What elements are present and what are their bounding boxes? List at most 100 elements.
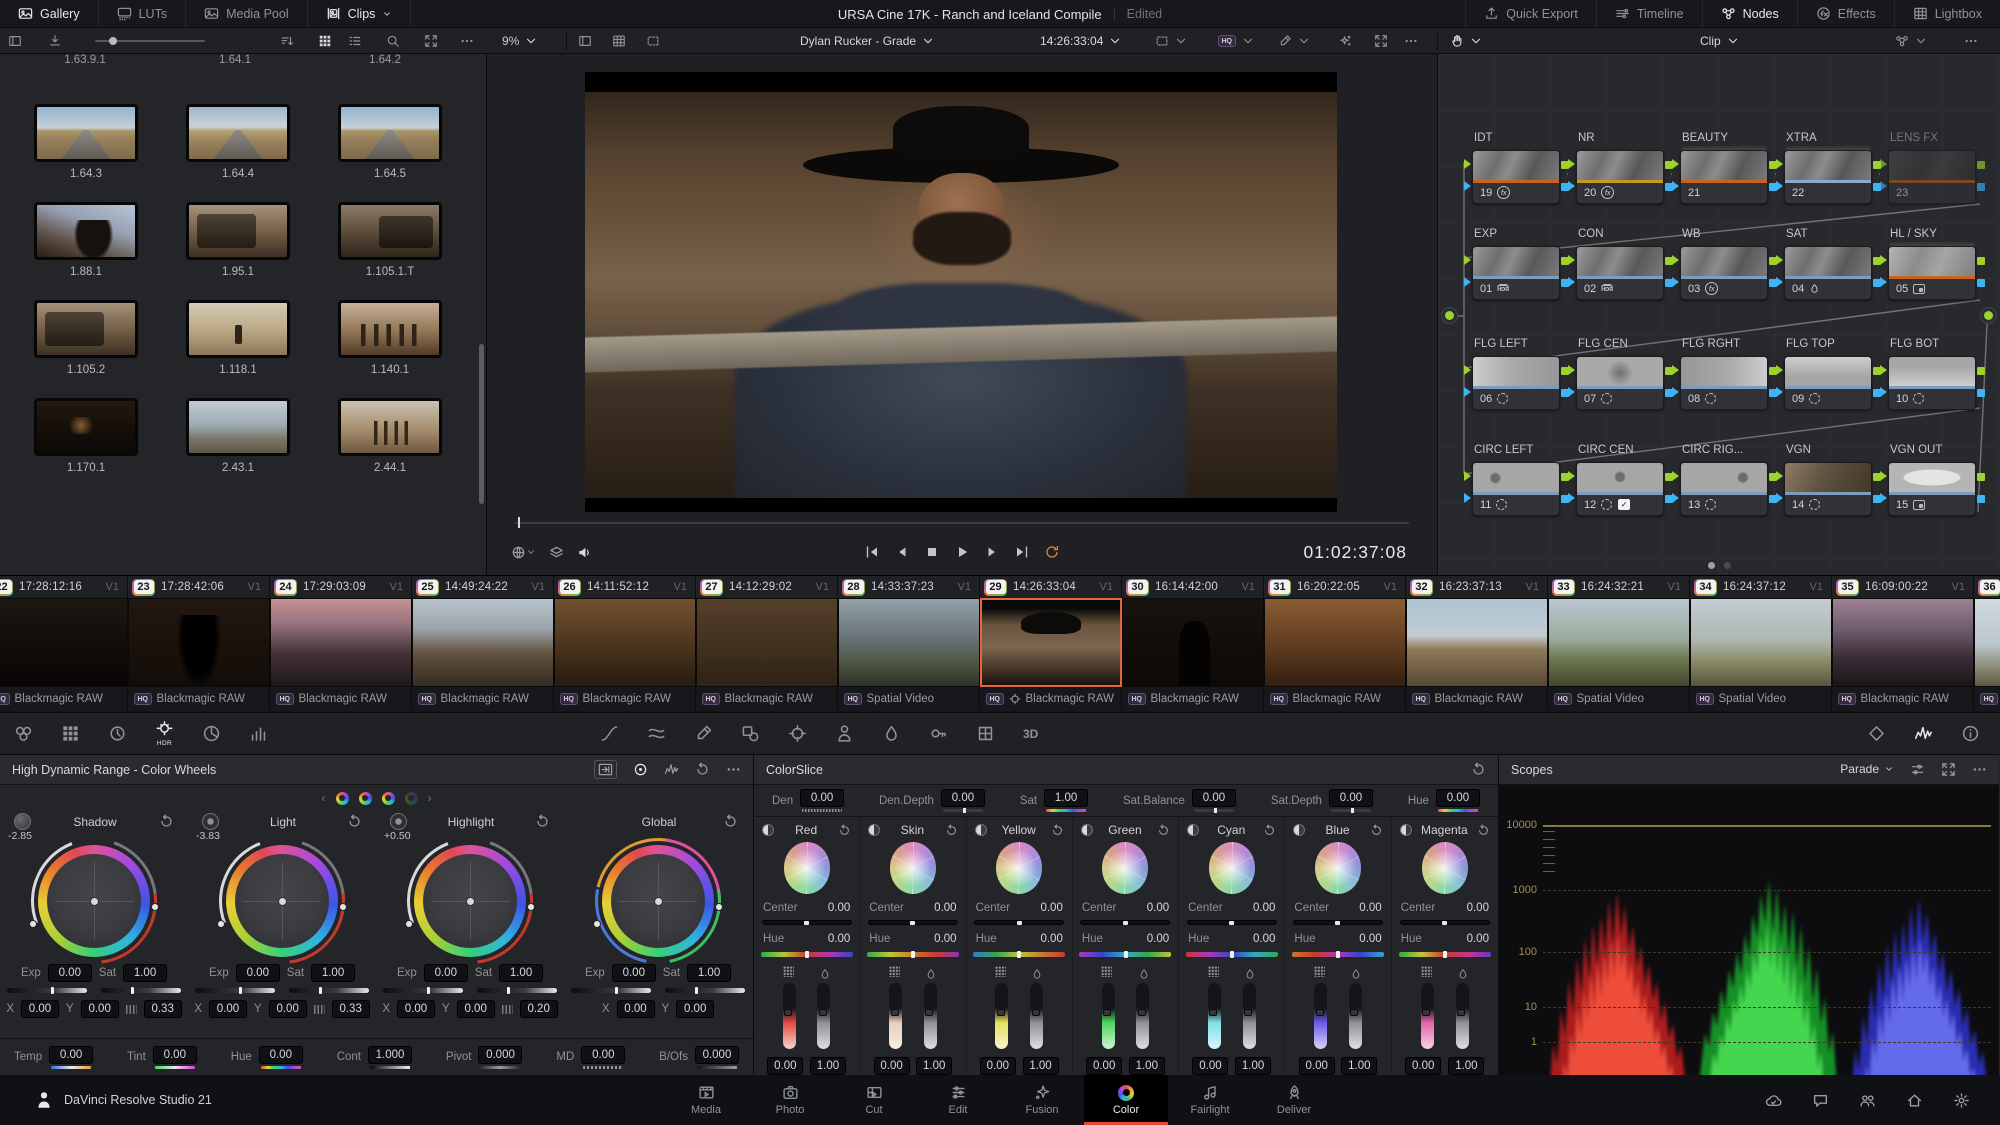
clip-thumbnail[interactable]: [696, 598, 838, 687]
slice-reset-icon[interactable]: [1157, 823, 1170, 837]
saturation-slider[interactable]: [1243, 983, 1256, 1049]
node-rgb-output[interactable]: [1977, 367, 1985, 375]
wheel-reset-icon[interactable]: [535, 814, 550, 829]
exposure-handle[interactable]: [29, 920, 37, 928]
node-rgb-input[interactable]: [1672, 471, 1679, 481]
hdr-wheel-mode-icon[interactable]: [633, 762, 648, 777]
grid-view-icon[interactable]: [318, 28, 332, 54]
node-key-input[interactable]: [1672, 387, 1679, 397]
page-tab-deliver[interactable]: Deliver: [1252, 1075, 1336, 1125]
slice-hue-wheel[interactable]: [1315, 842, 1361, 894]
hdr-dock-icon[interactable]: [594, 760, 617, 779]
color-warper-palette-icon[interactable]: [647, 724, 666, 743]
saturation-slider[interactable]: [1030, 983, 1043, 1049]
gallery-still-1-88-1[interactable]: 1.88.1: [10, 202, 162, 278]
node-sat[interactable]: 04: [1784, 246, 1872, 300]
master-value[interactable]: 0.00: [1329, 789, 1373, 807]
density-slider[interactable]: [1421, 983, 1434, 1049]
node-key-input[interactable]: [1880, 181, 1887, 191]
wheel-reset-icon[interactable]: [159, 814, 174, 829]
density-value[interactable]: 0.00: [1192, 1057, 1228, 1075]
node-key-input[interactable]: [1672, 493, 1679, 503]
wheel-reset-icon[interactable]: [723, 814, 738, 829]
viewer-timecode[interactable]: 14:26:33:04: [1040, 28, 1122, 54]
master-dial-icon[interactable]: [14, 813, 31, 830]
slice-reset-icon[interactable]: [838, 823, 851, 837]
curves-palette-icon[interactable]: [600, 724, 619, 743]
center-value[interactable]: 0.00: [934, 902, 956, 914]
x-value[interactable]: 0.00: [617, 1000, 655, 1018]
scope-expand-icon[interactable]: [1941, 762, 1956, 777]
saturation-slider[interactable]: [1456, 983, 1469, 1049]
clip-thumbnail[interactable]: [412, 598, 554, 687]
slice-reset-icon[interactable]: [945, 823, 958, 837]
enhanced-viewer-icon[interactable]: [1338, 28, 1352, 54]
gallery-panel-toggle[interactable]: [8, 28, 22, 54]
node-rgb-input[interactable]: [1776, 471, 1783, 481]
node-flg-rght[interactable]: 08: [1680, 356, 1768, 410]
density-value[interactable]: 0.00: [1299, 1057, 1335, 1075]
jump-last-frame-button[interactable]: [1014, 544, 1030, 560]
cloud-sync-icon[interactable]: [1765, 1092, 1782, 1109]
node-rgb-output[interactable]: [1977, 473, 1985, 481]
node-key-input[interactable]: [1464, 387, 1471, 397]
top-tab-gallery[interactable]: Gallery: [0, 0, 99, 27]
node-vgn[interactable]: 14: [1784, 462, 1872, 516]
master-dial-icon[interactable]: [202, 813, 219, 830]
log-wheels-palette-icon[interactable]: [249, 724, 268, 743]
clip-thumbnail[interactable]: [270, 598, 412, 687]
saturation-slider[interactable]: [924, 983, 937, 1049]
rgb-mixer-palette-icon[interactable]: [61, 724, 80, 743]
node-wb[interactable]: 03fx: [1680, 246, 1768, 300]
node-key-input[interactable]: [1880, 493, 1887, 503]
timeline-clip-31[interactable]: 3116:20:22:05V1HQBlackmagic RAW: [1264, 576, 1406, 711]
gallery-still-1-118-1[interactable]: 1.118.1: [162, 300, 314, 376]
saturation-handle[interactable]: [527, 903, 535, 911]
window-palette-icon[interactable]: [741, 724, 760, 743]
page-tab-color[interactable]: Color: [1084, 1075, 1168, 1125]
slice-hue-wheel[interactable]: [1422, 842, 1468, 894]
y-value[interactable]: 0.00: [457, 1000, 495, 1018]
top-tab-luts[interactable]: LUTs: [99, 0, 186, 27]
density-slider[interactable]: [783, 983, 796, 1049]
saturation-value[interactable]: 1.00: [1023, 1057, 1059, 1075]
saturation-value[interactable]: 1.00: [1235, 1057, 1271, 1075]
y-value[interactable]: 0.00: [269, 1000, 307, 1018]
saturation-slider[interactable]: [1136, 983, 1149, 1049]
mini-slider[interactable]: [477, 988, 557, 993]
mini-slider[interactable]: [7, 988, 87, 993]
node-options-icon[interactable]: [1964, 28, 1978, 54]
expand-gallery-icon[interactable]: [424, 28, 438, 54]
clip-thumbnail[interactable]: [0, 598, 128, 687]
node-rgb-input[interactable]: [1464, 159, 1471, 169]
step-forward-button[interactable]: [984, 544, 1000, 560]
density-value[interactable]: 0.00: [1086, 1057, 1122, 1075]
global-value[interactable]: 0.00: [153, 1046, 197, 1064]
center-value[interactable]: 0.00: [828, 902, 850, 914]
exp-value[interactable]: 0.00: [236, 964, 280, 982]
node-key-input[interactable]: [1464, 493, 1471, 503]
still-thumbnail[interactable]: [34, 398, 138, 456]
slice-hue-wheel[interactable]: [784, 842, 830, 894]
gallery-still-2-43-1[interactable]: 2.43.1: [162, 398, 314, 474]
gallery-still-2-44-1[interactable]: 2.44.1: [314, 398, 466, 474]
color-wheels-palette-icon[interactable]: [14, 724, 33, 743]
global-value[interactable]: 0.00: [259, 1046, 303, 1064]
node-key-input[interactable]: [1672, 277, 1679, 287]
node-key-input[interactable]: [1568, 277, 1575, 287]
still-thumbnail[interactable]: [34, 202, 138, 260]
falloff-value[interactable]: 0.20: [520, 1000, 558, 1018]
settings-icon[interactable]: [1953, 1092, 1970, 1109]
highlight-mode-icon[interactable]: [1278, 28, 1311, 54]
node-rgb-input[interactable]: [1568, 471, 1575, 481]
top-tab-lightbox[interactable]: Lightbox: [1894, 0, 2000, 27]
hue-slider[interactable]: [1399, 952, 1491, 957]
sat-value[interactable]: 1.00: [499, 964, 543, 982]
scope-mode-select[interactable]: Parade: [1840, 762, 1894, 776]
hue-value[interactable]: 0.00: [934, 933, 956, 945]
jump-first-frame-button[interactable]: [864, 544, 880, 560]
info-icon[interactable]: [1961, 724, 1980, 743]
falloff-value[interactable]: 0.33: [332, 1000, 370, 1018]
hue-value[interactable]: 0.00: [1467, 933, 1489, 945]
density-slider[interactable]: [1208, 983, 1221, 1049]
